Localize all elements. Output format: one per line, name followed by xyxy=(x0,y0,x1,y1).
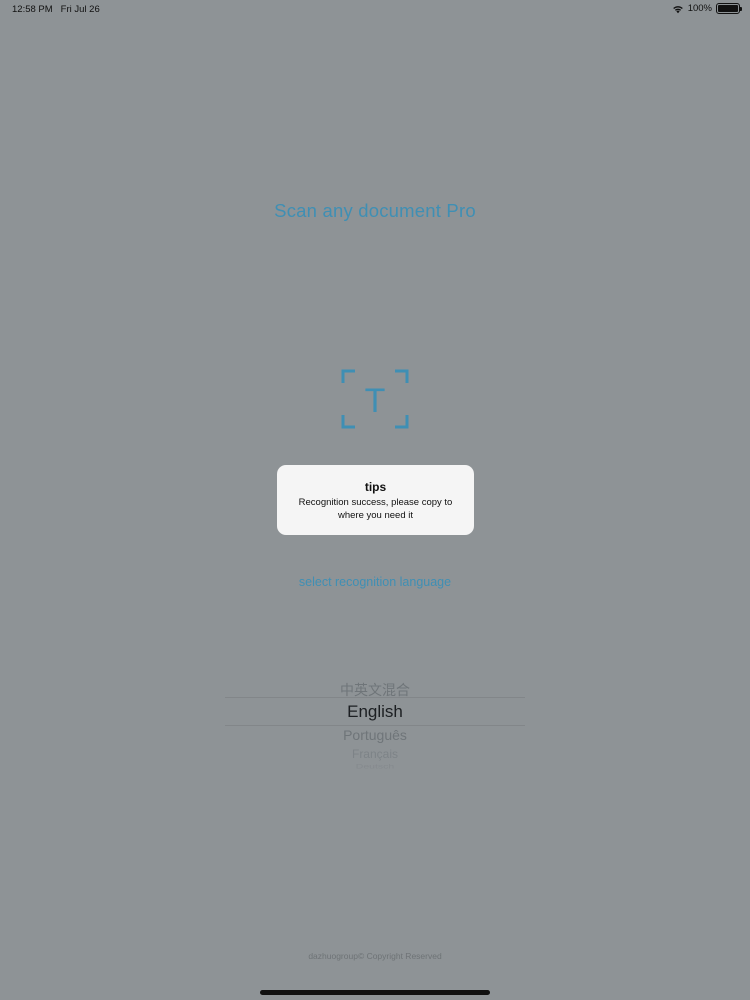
scan-text-icon[interactable]: T xyxy=(341,369,409,429)
picker-item[interactable]: Deutsch xyxy=(225,763,525,770)
status-date: Fri Jul 26 xyxy=(60,4,100,15)
picker-item[interactable]: Português xyxy=(225,727,525,743)
wifi-icon xyxy=(672,5,683,13)
tips-alert[interactable]: tips Recognition success, please copy to… xyxy=(277,465,474,535)
app-title: Scan any document Pro xyxy=(274,200,476,221)
status-left: 12:58 PM Fri Jul 26 xyxy=(12,4,100,15)
copyright-footer: dazhuogroup© Copyright Reserved xyxy=(308,951,442,961)
picker-item[interactable]: 中英文混合 xyxy=(225,680,525,700)
status-bar: 12:58 PM Fri Jul 26 100% xyxy=(0,0,750,20)
status-time: 12:58 PM xyxy=(12,4,53,15)
select-language-label[interactable]: select recognition language xyxy=(0,575,750,589)
alert-message: Recognition success, please copy to wher… xyxy=(298,497,453,521)
status-right: 100% xyxy=(672,3,742,14)
picker-item[interactable]: Français xyxy=(225,747,525,761)
battery-percentage: 100% xyxy=(687,3,712,14)
alert-title: tips xyxy=(364,480,387,494)
picker-item-selected[interactable]: English xyxy=(225,702,525,722)
home-indicator[interactable] xyxy=(260,990,490,995)
language-picker[interactable]: 中英文混合 English Português Français Deutsch xyxy=(225,676,525,772)
svg-text:T: T xyxy=(365,382,386,420)
battery-icon xyxy=(716,3,742,14)
